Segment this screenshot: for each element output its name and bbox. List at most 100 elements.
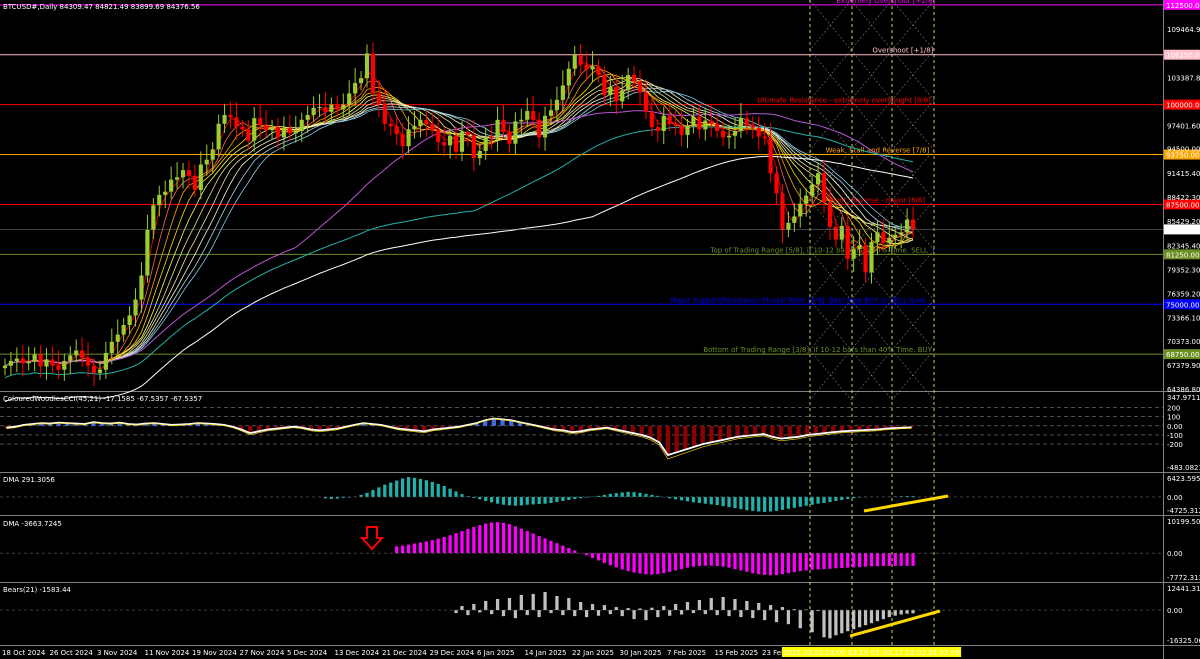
candle-body: [845, 225, 850, 259]
candle-body: [406, 129, 411, 147]
x-tick-label: 5 Dec 2024: [287, 649, 328, 657]
candle-body: [596, 66, 601, 76]
candle-body: [103, 352, 108, 370]
x-tick-label: 14 Jan 2025: [525, 649, 567, 657]
candle-body: [281, 127, 286, 138]
candle-body: [887, 237, 892, 243]
y-tick-label: 64386.80: [1167, 386, 1200, 394]
candle-body: [608, 87, 613, 96]
candle-body: [216, 123, 221, 150]
bears-y-tick: -16325.06: [1167, 637, 1200, 645]
level-price-text: 100000.00: [1166, 102, 1200, 110]
candle-body: [667, 115, 672, 124]
candle-body: [323, 107, 328, 112]
cci-y-tick: -200: [1167, 441, 1183, 449]
candle-body: [768, 138, 773, 174]
y-tick-label: 79352.30: [1167, 266, 1200, 274]
level-price-text: 87500.00: [1166, 201, 1199, 209]
candle-body: [655, 126, 660, 131]
candle-body: [133, 299, 138, 316]
x-tick-label: 6 Jan 2025: [477, 649, 515, 657]
candle-body: [477, 150, 482, 159]
bears-y-tick: 0.00: [1167, 607, 1183, 615]
candle-body: [293, 130, 298, 134]
x-tick-label: 30 Jan 2025: [620, 649, 662, 657]
candle-body: [899, 232, 904, 235]
y-tick-label: 97401.60: [1167, 122, 1200, 130]
candle-body: [210, 149, 215, 160]
candle-body: [448, 135, 453, 146]
y-tick-label: 109464.9: [1167, 26, 1200, 34]
candle-body: [637, 81, 643, 93]
candle-body: [109, 341, 114, 353]
dma1-title: DMA 291.3056: [3, 476, 55, 484]
candle-body: [32, 354, 37, 362]
x-highlight-label: 03.24 02:59: [917, 649, 959, 657]
candle-body: [798, 203, 803, 217]
cci-y-tick: 347.9711: [1167, 394, 1200, 402]
candle-body: [246, 129, 251, 141]
dma2-y-tick: -7772.3134: [1167, 574, 1200, 582]
current-price-tick: 84376.56: [1166, 226, 1200, 234]
cci-y-tick: -100: [1167, 432, 1183, 440]
candle-body: [519, 119, 524, 122]
x-tick-label: 22 Jan 2025: [572, 649, 614, 657]
candle-body: [726, 135, 732, 138]
candle-body: [234, 117, 239, 127]
candle-body: [287, 127, 292, 134]
symbol-header: BTCUSD#,Daily 84309.47 84821.49 83899.69…: [3, 3, 200, 11]
candle-body: [762, 136, 767, 139]
candle-body: [388, 123, 393, 127]
candle-body: [311, 107, 316, 116]
level-price-text: 112500.00: [1166, 2, 1200, 10]
candle-body: [531, 111, 536, 120]
cci-y-tick: 0.00: [1167, 423, 1183, 431]
bears-title: Bears(21) -1583.44: [3, 586, 72, 594]
candle-body: [222, 115, 227, 124]
candle-body: [881, 232, 886, 243]
y-tick-label: 73366.10: [1167, 314, 1200, 322]
cci-y-tick: 200: [1167, 405, 1180, 413]
candle-body: [258, 118, 263, 126]
candle-body: [97, 369, 103, 373]
candle-body: [685, 126, 690, 135]
candle-body: [537, 119, 542, 138]
candle-body: [614, 87, 619, 102]
candle-body: [430, 123, 435, 131]
level-label: Ultimate Resistance - extremely overboug…: [757, 97, 931, 105]
candle-body: [347, 93, 352, 105]
candle-body: [38, 354, 43, 367]
candle-body: [329, 104, 334, 112]
candle-body: [56, 365, 61, 370]
candle-body: [483, 136, 488, 151]
x-tick-label: 7 Feb 2025: [667, 649, 706, 657]
candle-body: [560, 85, 565, 100]
candle-body: [139, 275, 144, 300]
candle-body: [709, 120, 714, 124]
candle-body: [157, 194, 162, 206]
candle-body: [44, 359, 49, 367]
trading-chart[interactable]: Extremely Overshoot [+2/8] 112500.00 Overs…: [0, 0, 1200, 659]
y-tick-label: 70373.00: [1167, 338, 1200, 346]
candle-body: [91, 365, 97, 373]
candle-body: [299, 119, 304, 131]
y-tick-label: 76359.20: [1167, 290, 1200, 298]
dma1-y-tick: -4725.3121: [1167, 507, 1200, 515]
candle-body: [839, 225, 844, 240]
candle-body: [192, 175, 197, 191]
y-tick-label: 94500.00: [1167, 146, 1200, 154]
cci-y-tick: -483.0821: [1167, 464, 1200, 472]
candle-body: [382, 103, 387, 124]
candle-body: [370, 53, 376, 94]
candle-body: [732, 130, 738, 136]
candle-body: [626, 75, 631, 91]
candle-body: [74, 350, 79, 356]
candle-body: [513, 121, 518, 144]
candle-body: [673, 123, 678, 127]
candle-body: [679, 126, 684, 135]
candle-body: [317, 107, 322, 109]
candle-body: [495, 119, 500, 139]
candle-body: [26, 361, 31, 364]
candle-body: [68, 355, 73, 361]
candle-body: [566, 68, 571, 86]
